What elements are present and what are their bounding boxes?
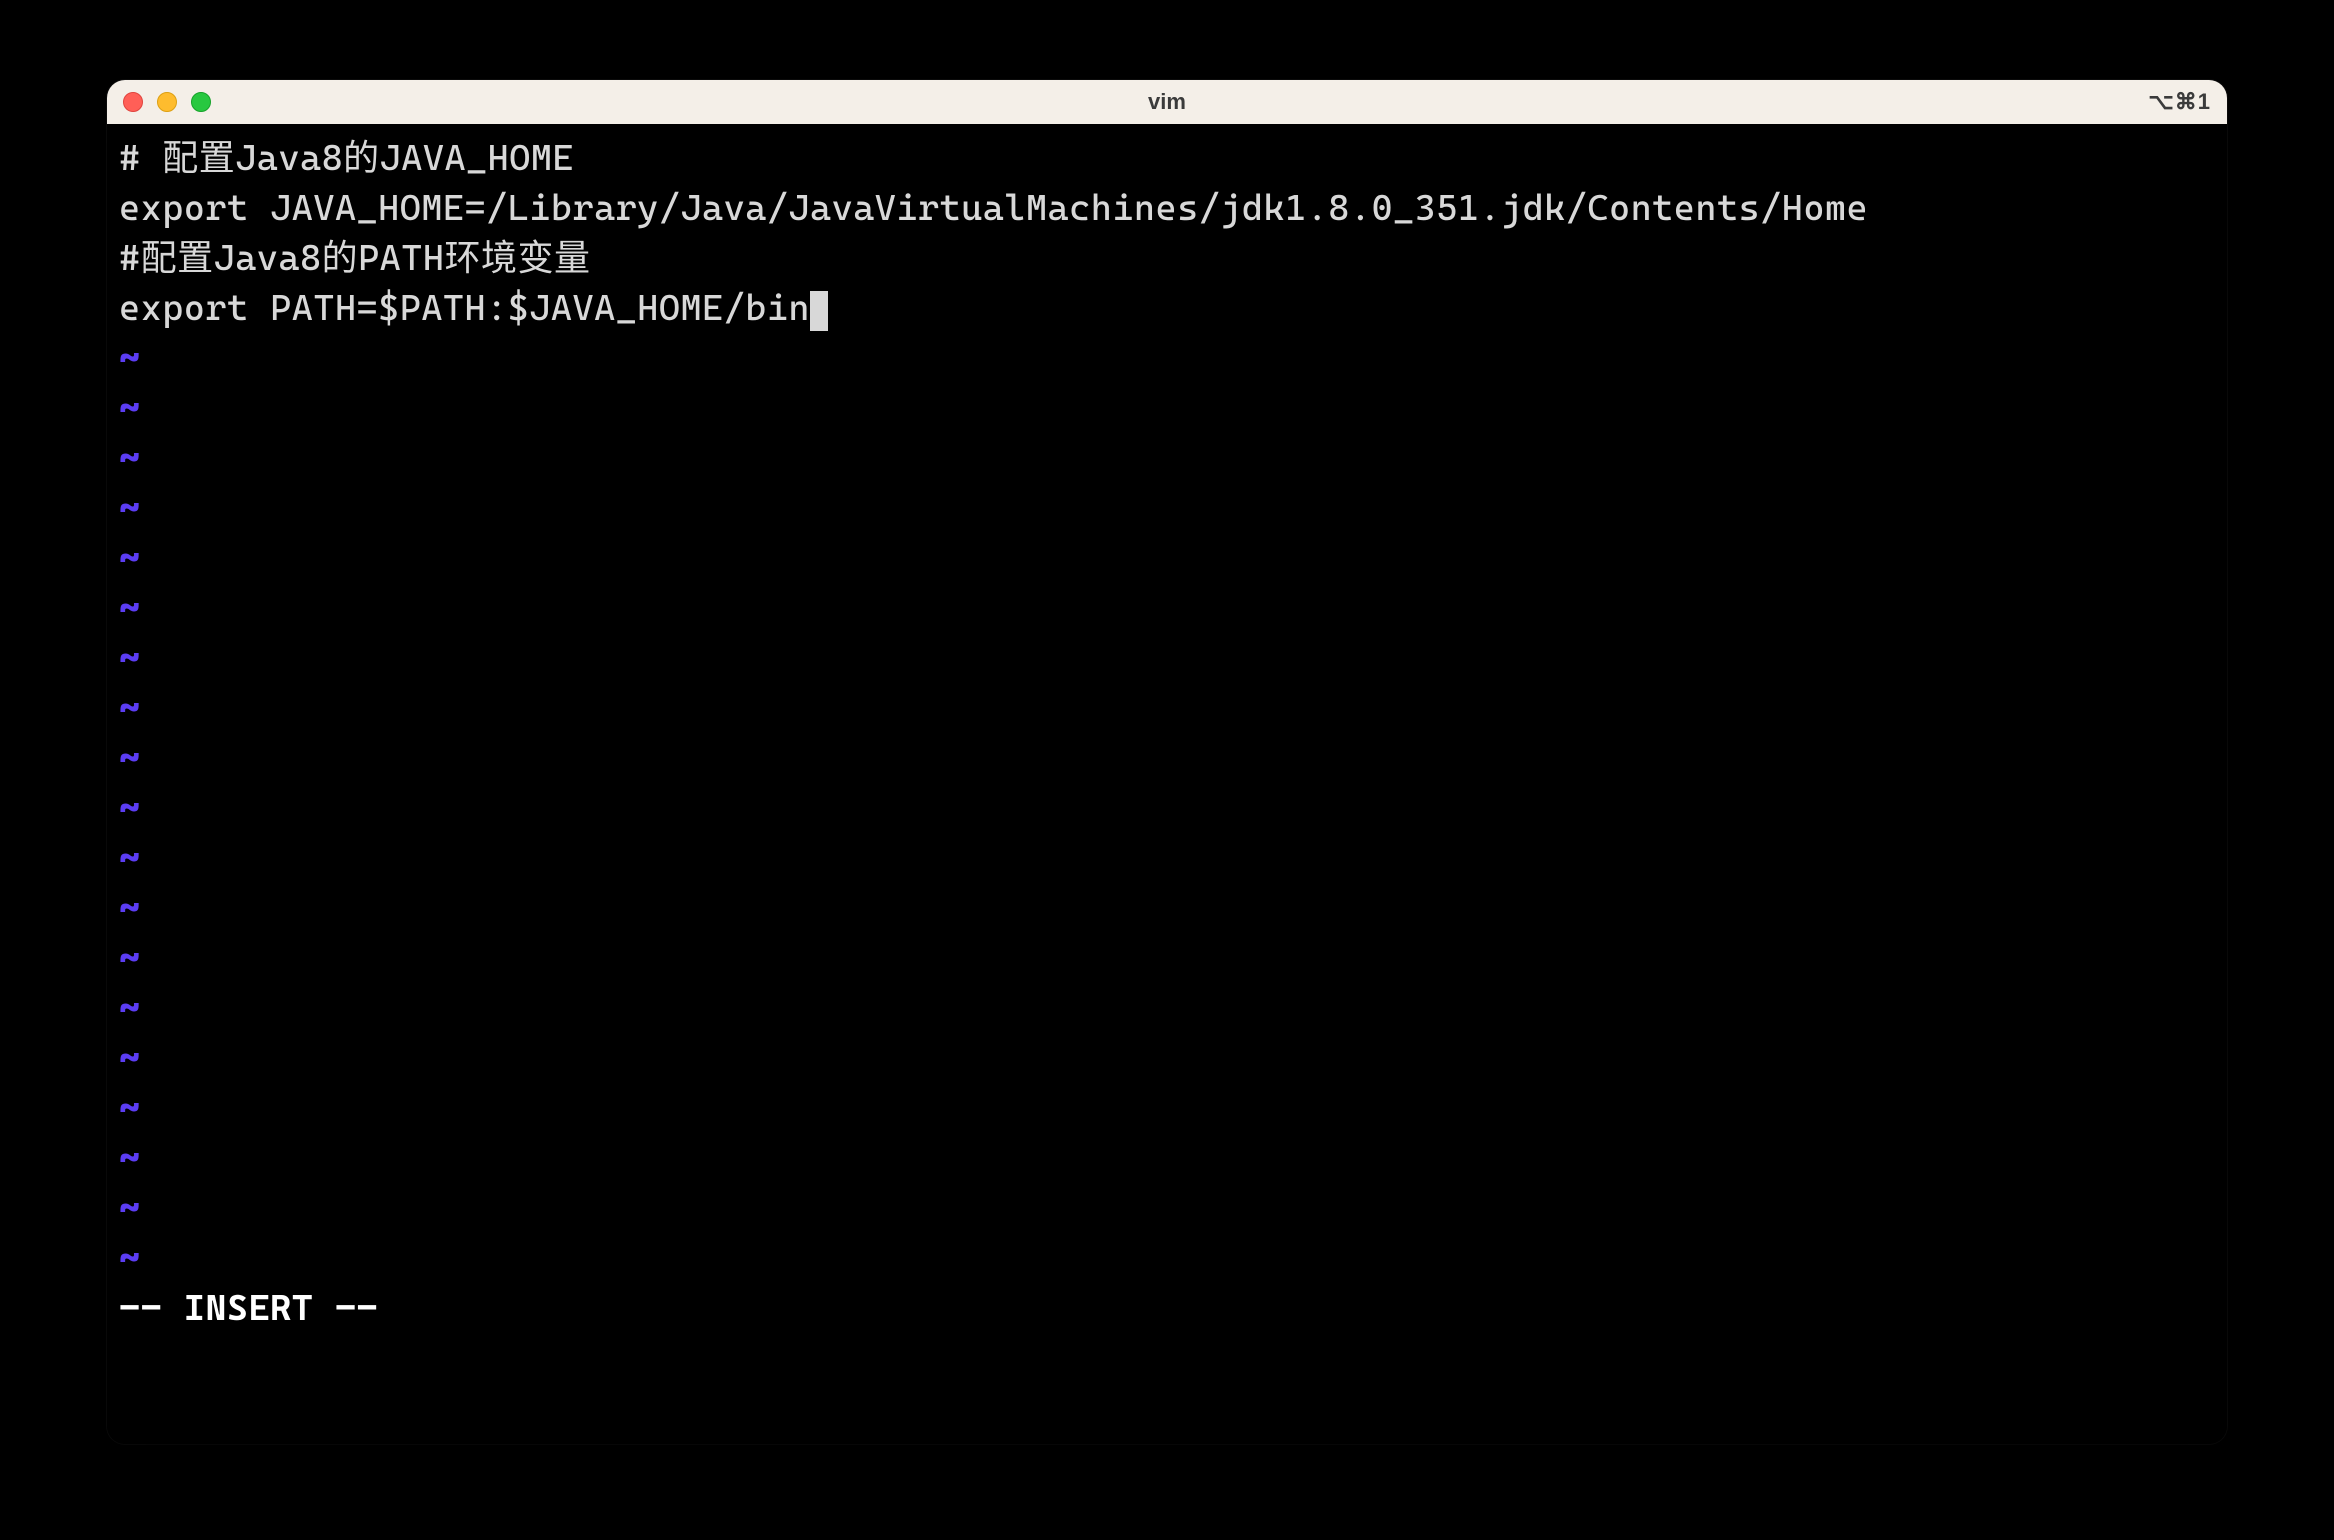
empty-line-tilde: ~ xyxy=(119,384,2215,434)
editor-viewport[interactable]: # 配置Java8的JAVA_HOMEexport JAVA_HOME=/Lib… xyxy=(107,124,2227,1444)
empty-line-tilde: ~ xyxy=(119,884,2215,934)
minimize-icon[interactable] xyxy=(157,92,177,112)
close-icon[interactable] xyxy=(123,92,143,112)
empty-line-tilde: ~ xyxy=(119,1234,2215,1284)
empty-line-tilde: ~ xyxy=(119,484,2215,534)
mode-line: -- INSERT -- xyxy=(119,1284,2215,1334)
empty-line-tilde: ~ xyxy=(119,1184,2215,1234)
titlebar[interactable]: vim ⌥⌘1 xyxy=(107,80,2227,124)
empty-line-tilde: ~ xyxy=(119,1134,2215,1184)
traffic-lights xyxy=(123,92,211,112)
empty-line-tilde: ~ xyxy=(119,634,2215,684)
editor-line[interactable]: # 配置Java8的JAVA_HOME xyxy=(119,134,2215,184)
editor-line[interactable]: export PATH=$PATH:$JAVA_HOME/bin xyxy=(119,284,2215,334)
cursor xyxy=(810,291,828,331)
editor-line[interactable]: #配置Java8的PATH环境变量 xyxy=(119,234,2215,284)
empty-line-tilde: ~ xyxy=(119,984,2215,1034)
empty-line-tilde: ~ xyxy=(119,934,2215,984)
empty-line-tilde: ~ xyxy=(119,334,2215,384)
empty-line-tilde: ~ xyxy=(119,684,2215,734)
empty-line-tilde: ~ xyxy=(119,734,2215,784)
maximize-icon[interactable] xyxy=(191,92,211,112)
terminal-window: vim ⌥⌘1 # 配置Java8的JAVA_HOMEexport JAVA_H… xyxy=(107,80,2227,1444)
empty-line-tilde: ~ xyxy=(119,434,2215,484)
editor-line[interactable]: export JAVA_HOME=/Library/Java/JavaVirtu… xyxy=(119,184,2215,234)
empty-line-tilde: ~ xyxy=(119,834,2215,884)
window-title: vim xyxy=(107,89,2227,115)
empty-line-tilde: ~ xyxy=(119,534,2215,584)
empty-line-tilde: ~ xyxy=(119,1084,2215,1134)
empty-line-tilde: ~ xyxy=(119,584,2215,634)
empty-line-tilde: ~ xyxy=(119,1034,2215,1084)
window-shortcut-label: ⌥⌘1 xyxy=(2148,89,2211,115)
empty-line-tilde: ~ xyxy=(119,784,2215,834)
